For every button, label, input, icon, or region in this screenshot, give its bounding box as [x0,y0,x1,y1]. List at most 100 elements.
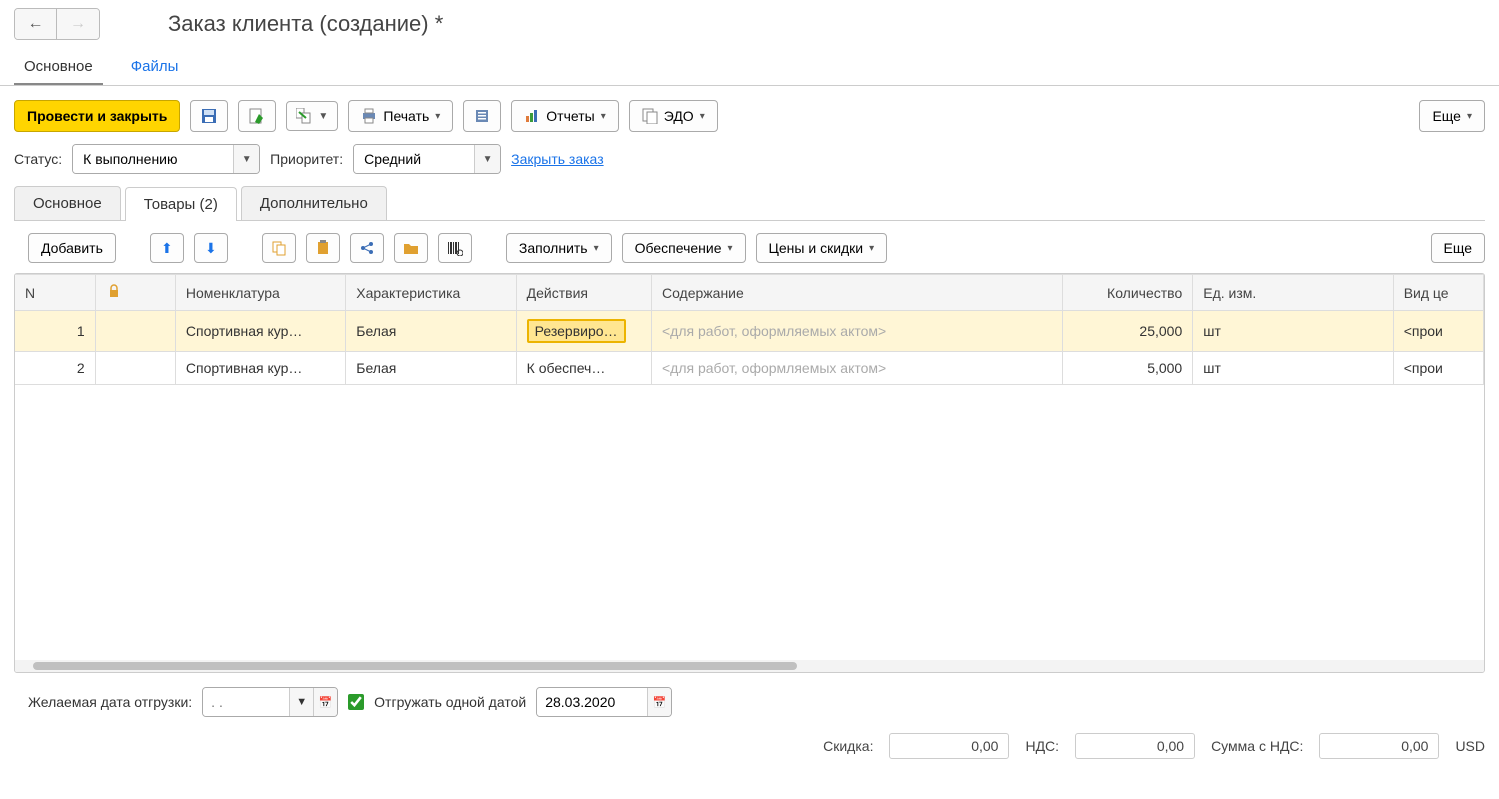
lock-icon [106,283,122,299]
col-content[interactable]: Содержание [651,275,1062,311]
barcode-icon [447,240,463,256]
cell-content[interactable]: <для работ, оформляемых актом> [651,352,1062,385]
ship-date-input[interactable] [203,688,289,716]
post-button[interactable] [238,100,276,132]
folder-icon [403,240,419,256]
col-quantity[interactable]: Количество [1062,275,1192,311]
status-input[interactable] [73,145,233,173]
folder-button[interactable] [394,233,428,263]
cell-unit[interactable]: шт [1193,352,1393,385]
tab-additional[interactable]: Дополнительно [241,186,387,220]
ship-single-date-calendar[interactable]: 📅 [647,688,671,716]
col-unit[interactable]: Ед. изм. [1193,275,1393,311]
nav-group: ← → [14,8,100,40]
status-combo[interactable]: ▼ [72,144,260,174]
share-button[interactable] [350,233,384,263]
col-n[interactable]: N [15,275,95,311]
arrow-down-icon: ⬇ [205,240,217,257]
section-tab-main[interactable]: Основное [14,52,103,85]
priority-dropdown-button[interactable]: ▼ [474,145,500,173]
calendar-icon: 📅 [653,696,667,709]
cell-lock [95,352,175,385]
copy-button[interactable] [262,233,296,263]
ship-single-date-combo[interactable]: 📅 [536,687,672,717]
cell-pricetype[interactable]: <прои [1393,311,1483,352]
horizontal-scrollbar[interactable] [15,660,1484,672]
ship-single-label: Отгружать одной датой [374,694,526,710]
cell-content[interactable]: <для работ, оформляемых актом> [651,311,1062,352]
nav-forward-button[interactable]: → [57,9,99,39]
sumvat-label: Сумма с НДС: [1211,738,1303,754]
fill-button[interactable]: Заполнить ▾ [506,233,612,263]
edo-icon [642,108,658,124]
caret-down-icon: ▼ [318,111,328,122]
cell-characteristic[interactable]: Белая [346,311,516,352]
caret-down-icon: ▾ [869,243,874,254]
reports-button[interactable]: Отчеты ▾ [511,100,618,132]
ship-single-date-input[interactable] [537,688,647,716]
goods-table[interactable]: N Номенклатура Характеристика Действия С… [15,274,1484,385]
move-up-button[interactable]: ⬆ [150,233,184,263]
section-tabs: Основное Файлы [0,44,1499,86]
col-actions[interactable]: Действия [516,275,651,311]
cell-pricetype[interactable]: <прои [1393,352,1483,385]
tab-goods[interactable]: Товары (2) [125,187,237,221]
cell-unit[interactable]: шт [1193,311,1393,352]
cell-actions[interactable]: К обеспеч… [516,352,651,385]
caret-down-icon: ▾ [1467,111,1472,122]
cell-n: 2 [15,352,95,385]
section-tab-files[interactable]: Файлы [121,52,189,85]
more-label: Еще [1432,108,1461,124]
post-icon [249,108,265,124]
prices-button[interactable]: Цены и скидки ▾ [756,233,888,263]
save-button[interactable] [190,100,228,132]
table-more-button[interactable]: Еще [1431,233,1486,263]
ship-single-checkbox[interactable] [348,694,364,710]
col-lock[interactable] [95,275,175,311]
post-and-close-button[interactable]: Провести и закрыть [14,100,180,132]
scrollbar-thumb[interactable] [33,662,797,670]
table-row[interactable]: 2 Спортивная кур… Белая К обеспеч… <для … [15,352,1484,385]
table-more-label: Еще [1444,240,1473,256]
col-pricetype[interactable]: Вид це [1393,275,1483,311]
vat-label: НДС: [1025,738,1059,754]
add-button[interactable]: Добавить [28,233,116,263]
cell-nomenclature[interactable]: Спортивная кур… [175,352,345,385]
create-based-on-button[interactable]: ▼ [286,101,338,131]
reports-label: Отчеты [546,108,594,124]
priority-input[interactable] [354,145,474,173]
barcode-button[interactable] [438,233,472,263]
ship-date-dropdown[interactable]: ▼ [289,688,313,716]
content-placeholder: <для работ, оформляемых актом> [662,323,886,339]
list-button[interactable] [463,100,501,132]
move-down-button[interactable]: ⬇ [194,233,228,263]
status-dropdown-button[interactable]: ▼ [233,145,259,173]
table-toolbar: Добавить ⬆ ⬇ Заполнить ▾ Обеспечение ▾ Ц… [0,221,1499,273]
bottom-row: Желаемая дата отгрузки: ▼ 📅 Отгружать од… [0,673,1499,727]
edo-button[interactable]: ЭДО ▾ [629,100,718,132]
cell-quantity[interactable]: 5,000 [1062,352,1192,385]
priority-combo[interactable]: ▼ [353,144,501,174]
col-characteristic[interactable]: Характеристика [346,275,516,311]
supply-button[interactable]: Обеспечение ▾ [622,233,746,263]
close-order-link[interactable]: Закрыть заказ [511,151,604,167]
cell-quantity[interactable]: 25,000 [1062,311,1192,352]
cell-characteristic[interactable]: Белая [346,352,516,385]
cell-nomenclature[interactable]: Спортивная кур… [175,311,345,352]
status-row: Статус: ▼ Приоритет: ▼ Закрыть заказ [0,140,1499,186]
more-button[interactable]: Еще ▾ [1419,100,1485,132]
save-icon [201,108,217,124]
table-row[interactable]: 1 Спортивная кур… Белая Резервиро… <для … [15,311,1484,352]
edo-label: ЭДО [664,108,694,124]
print-button[interactable]: Печать ▾ [348,100,453,132]
tab-main[interactable]: Основное [14,186,121,220]
ship-date-combo[interactable]: ▼ 📅 [202,687,338,717]
currency-label: USD [1455,738,1485,754]
caret-down-icon: ▾ [435,111,440,122]
ship-date-calendar[interactable]: 📅 [313,688,337,716]
nav-back-button[interactable]: ← [15,9,57,39]
paste-button[interactable] [306,233,340,263]
copy-icon [271,240,287,256]
cell-actions[interactable]: Резервиро… [516,311,651,352]
col-nomenclature[interactable]: Номенклатура [175,275,345,311]
